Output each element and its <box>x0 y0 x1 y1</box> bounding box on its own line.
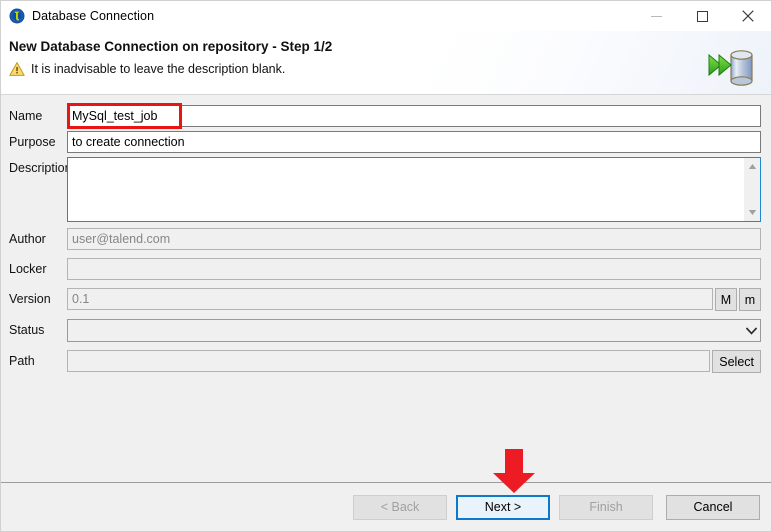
version-input <box>67 288 713 310</box>
talend-circle-icon <box>9 8 25 24</box>
field-row-name: Name <box>7 103 761 129</box>
locker-input <box>67 258 761 280</box>
version-major-button[interactable]: M <box>715 288 737 311</box>
wizard-footer: < Back Next > Finish Cancel <box>1 482 771 531</box>
metadata-form: Name Purpose Description <box>1 95 771 482</box>
path-label: Path <box>9 354 35 368</box>
page-title-sep: - <box>268 39 281 54</box>
description-label: Description <box>9 161 72 175</box>
description-field[interactable] <box>67 157 761 222</box>
path-input <box>67 350 711 372</box>
status-dropdown[interactable] <box>67 319 761 342</box>
name-input[interactable] <box>67 105 761 127</box>
back-button[interactable]: < Back <box>353 494 447 520</box>
maximize-icon[interactable] <box>679 1 725 31</box>
field-row-description: Description <box>7 157 761 222</box>
page-title-main: New Database Connection on repository <box>9 39 269 54</box>
scroll-up-icon[interactable] <box>748 158 757 175</box>
purpose-input[interactable] <box>67 131 761 153</box>
purpose-label: Purpose <box>9 135 56 149</box>
validation-message: It is inadvisable to leave the descripti… <box>9 61 759 77</box>
author-label: Author <box>9 232 46 246</box>
chevron-down-icon[interactable] <box>742 326 760 335</box>
cancel-button[interactable]: Cancel <box>666 494 760 520</box>
version-label: Version <box>9 292 51 306</box>
window-title: Database Connection <box>32 9 155 23</box>
wizard-header: New Database Connection on repository - … <box>1 31 771 95</box>
finish-button[interactable]: Finish <box>559 494 653 520</box>
description-textarea[interactable] <box>68 158 743 221</box>
database-import-icon <box>707 45 759 87</box>
locker-label: Locker <box>9 262 47 276</box>
validation-message-text: It is inadvisable to leave the descripti… <box>31 62 286 76</box>
page-title: New Database Connection on repository - … <box>9 39 759 54</box>
name-label: Name <box>9 109 43 123</box>
warning-triangle-icon <box>9 61 25 77</box>
close-icon[interactable] <box>725 1 771 31</box>
version-minor-button[interactable]: m <box>739 288 761 311</box>
title-bar: Database Connection <box>1 1 771 31</box>
minimize-icon[interactable] <box>633 1 679 31</box>
field-row-status: Status <box>7 319 761 342</box>
next-button[interactable]: Next > <box>456 494 550 520</box>
field-row-purpose: Purpose <box>7 131 761 153</box>
page-title-step: Step 1/2 <box>280 39 333 54</box>
status-label: Status <box>9 323 45 337</box>
field-row-version: Version M m <box>7 288 761 311</box>
scroll-down-icon[interactable] <box>748 204 757 221</box>
field-row-locker: Locker <box>7 258 761 280</box>
field-row-path: Path Select <box>7 350 761 373</box>
description-scrollbar[interactable] <box>743 158 760 221</box>
window-controls <box>633 1 771 31</box>
path-select-button[interactable]: Select <box>712 350 761 373</box>
author-input <box>67 228 761 250</box>
field-row-author: Author <box>7 228 761 250</box>
database-connection-dialog: Database Connection New Database Connect… <box>0 0 772 532</box>
